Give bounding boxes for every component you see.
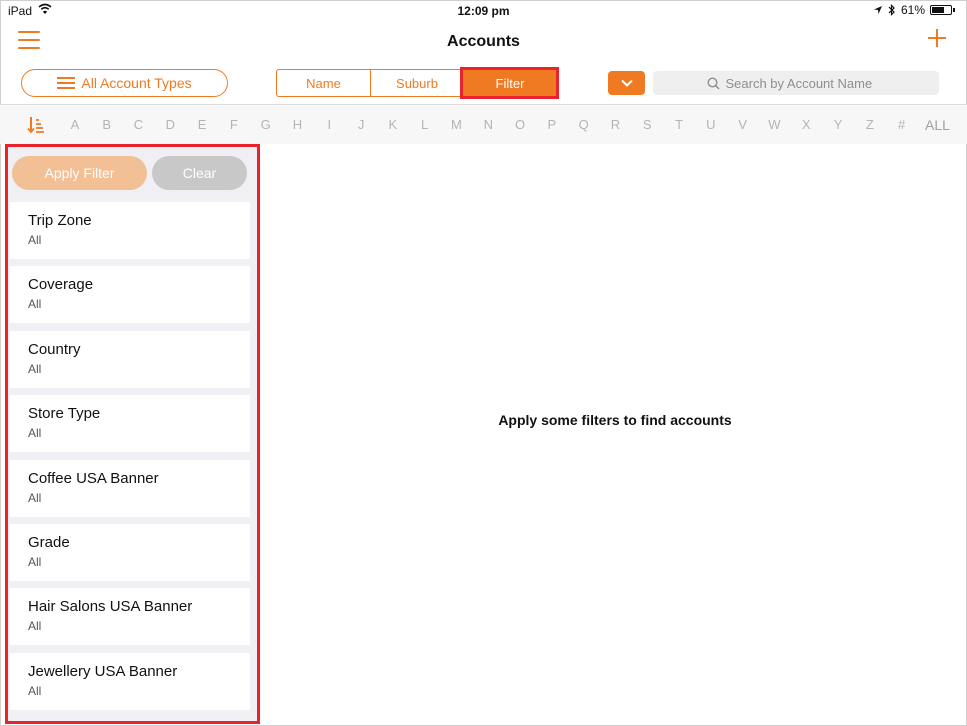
letter-z[interactable]: Z — [854, 117, 886, 133]
filter-item-name: Coffee USA Banner — [28, 469, 159, 487]
alphabet-bar: A B C D E F G H I J K L M N O P Q R S T U V W X Y Z # ALL — [0, 104, 967, 144]
alphabet-letters: A B C D E F G H I J K L M N O P Q R S T U V W X Y Z # ALL — [59, 117, 958, 133]
filter-item[interactable]: Hair Salons USA Banner All — [10, 588, 250, 646]
filter-item-value: All — [28, 490, 42, 505]
segment-suburb[interactable]: Suburb — [370, 70, 463, 96]
filter-item-value: All — [28, 233, 42, 247]
letter-p[interactable]: P — [536, 117, 568, 133]
letter-i[interactable]: I — [313, 117, 345, 133]
letter-k[interactable]: K — [377, 117, 409, 133]
letter-s[interactable]: S — [631, 117, 663, 133]
letter-q[interactable]: Q — [568, 117, 600, 133]
sort-icon[interactable] — [27, 116, 45, 134]
letter-all[interactable]: ALL — [918, 117, 958, 133]
clock: 12:09 pm — [457, 4, 510, 18]
letter-y[interactable]: Y — [822, 117, 854, 133]
letter-d[interactable]: D — [154, 117, 186, 133]
letter-c[interactable]: C — [123, 117, 155, 133]
segment-filter[interactable]: Filter — [460, 67, 559, 99]
battery-percent: 61% — [900, 3, 925, 17]
filter-item[interactable]: Jewellery USA Banner All — [10, 652, 250, 710]
location-arrow-icon — [873, 6, 882, 14]
list-icon — [57, 77, 76, 89]
filter-item-name: Store Type — [28, 405, 101, 423]
letter-a[interactable]: A — [59, 117, 91, 133]
letter-r[interactable]: R — [600, 117, 632, 133]
letter-h[interactable]: H — [282, 117, 314, 133]
search-bar[interactable] — [653, 71, 939, 95]
account-types-button[interactable]: All Account Types — [21, 69, 228, 97]
dropdown-button[interactable] — [608, 71, 645, 95]
letter-t[interactable]: T — [663, 117, 695, 133]
filter-item-value: All — [28, 619, 42, 634]
letter-w[interactable]: W — [759, 117, 791, 133]
sort-segmented-control: Name Suburb Filter — [276, 67, 559, 99]
battery-tip — [953, 8, 955, 12]
letter-o[interactable]: O — [504, 117, 536, 133]
plus-icon[interactable] — [927, 28, 947, 48]
battery-icon — [930, 5, 952, 15]
letter-n[interactable]: N — [472, 117, 504, 133]
filter-item-value: All — [28, 554, 42, 569]
filter-list: Trip Zone All Coverage All Country All Store T… — [10, 202, 250, 717]
empty-state-message: Apply some filters to find accounts — [498, 412, 732, 428]
apply-filter-button[interactable]: Apply Filter — [12, 156, 147, 190]
filter-item-value: All — [28, 361, 42, 376]
nav-bar: Accounts — [0, 22, 967, 62]
filter-item-name: Trip Zone — [28, 212, 92, 229]
letter-x[interactable]: X — [790, 117, 822, 133]
status-bar: iPad 12:09 pm 61% — [0, 0, 967, 22]
segment-name[interactable]: Name — [277, 70, 370, 96]
chevron-down-icon — [620, 79, 633, 87]
letter-f[interactable]: F — [218, 117, 250, 133]
filter-item-value: All — [28, 683, 42, 698]
search-input[interactable] — [725, 75, 886, 91]
filter-item-name: Hair Salons USA Banner — [28, 598, 193, 616]
letter-j[interactable]: J — [345, 117, 377, 133]
status-right: 61% — [873, 3, 955, 17]
filter-item-value: All — [28, 297, 42, 312]
letter-u[interactable]: U — [695, 117, 727, 133]
letter-v[interactable]: V — [727, 117, 759, 133]
letter-e[interactable]: E — [186, 117, 218, 133]
filter-item[interactable]: Store Type All — [10, 395, 250, 453]
filter-item-value: All — [28, 426, 42, 441]
filter-item[interactable]: Trip Zone All — [10, 202, 250, 259]
account-types-label: All Account Types — [81, 75, 192, 91]
filter-item-name: Coverage — [28, 276, 94, 294]
filter-item[interactable]: Coverage All — [10, 266, 250, 324]
clear-button[interactable]: Clear — [152, 156, 247, 190]
bluetooth-icon — [888, 4, 895, 16]
letter-b[interactable]: B — [91, 117, 123, 133]
filter-item[interactable]: Coffee USA Banner All — [10, 459, 250, 517]
letter-m[interactable]: M — [441, 117, 473, 133]
filter-item[interactable]: Country All — [10, 330, 250, 388]
toolbar: All Account Types Name Suburb Filter — [0, 62, 967, 104]
filter-item-name: Grade — [28, 533, 70, 551]
filter-panel: Apply Filter Clear Trip Zone All Coverage A… — [5, 144, 260, 724]
letter-l[interactable]: L — [409, 117, 441, 133]
filter-item-name: Jewellery USA Banner — [28, 662, 178, 680]
page-title: Accounts — [447, 33, 520, 50]
search-icon — [706, 76, 720, 90]
letter-g[interactable]: G — [250, 117, 282, 133]
letter-hash[interactable]: # — [886, 117, 918, 133]
filter-item[interactable]: Grade All — [10, 523, 250, 581]
filter-item-name: Country — [28, 340, 81, 358]
